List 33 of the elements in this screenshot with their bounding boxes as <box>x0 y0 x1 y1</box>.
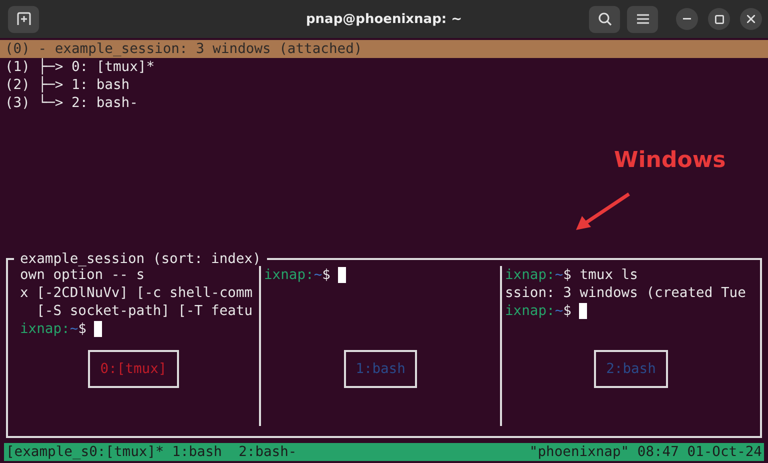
terminal-output: ssion: 3 windows (created Tue <box>505 284 746 302</box>
new-tab-icon <box>16 12 30 26</box>
minimize-icon <box>683 18 691 20</box>
tree-item[interactable]: (1) ├─> 0: [tmux]* <box>5 58 155 76</box>
minimize-button[interactable] <box>676 8 698 30</box>
status-left: [example_s0:[tmux]* 1:bash 2:bash- <box>6 443 297 461</box>
window-title: pnap@phoenixnap: ~ <box>306 12 462 26</box>
window-preview-label[interactable]: 2:bash <box>594 350 668 388</box>
new-tab-button[interactable] <box>8 6 39 32</box>
annotation-label: Windows <box>614 148 726 173</box>
menu-icon <box>636 14 648 24</box>
shell-prompt: ixnap:~$ <box>20 320 86 338</box>
shell-prompt: ixnap:~$ <box>264 266 330 284</box>
maximize-icon <box>714 14 724 24</box>
close-icon <box>747 15 755 23</box>
search-button[interactable] <box>589 6 620 32</box>
shell-prompt: ixnap:~$ tmux ls <box>505 266 638 284</box>
window-preview-label[interactable]: 1:bash <box>344 350 418 388</box>
selected-row[interactable]: (0) - example_session: 3 windows (attached) <box>0 40 768 58</box>
status-right: "phoenixnap" 08:47 01-Oct-24 <box>529 443 762 461</box>
terminal-output: own option -- s <box>20 266 145 284</box>
window-preview-label[interactable]: 0:[tmux] <box>88 350 179 388</box>
maximize-button[interactable] <box>708 8 730 30</box>
preview-title: example_session (sort: index) <box>19 252 262 266</box>
terminal-output: x [-2CDlNuVv] [-c shell-comm <box>20 284 253 302</box>
terminal-output: [-S socket-path] [-T featu <box>36 302 253 320</box>
annotation-arrow <box>574 192 632 232</box>
close-button[interactable] <box>740 8 762 30</box>
menu-button[interactable] <box>627 6 658 32</box>
shell-prompt: ixnap:~$ <box>505 302 572 320</box>
tree-item[interactable]: (2) ├─> 1: bash <box>5 76 130 94</box>
search-icon <box>598 12 612 26</box>
tree-item[interactable]: (3) └─> 2: bash- <box>5 94 138 112</box>
